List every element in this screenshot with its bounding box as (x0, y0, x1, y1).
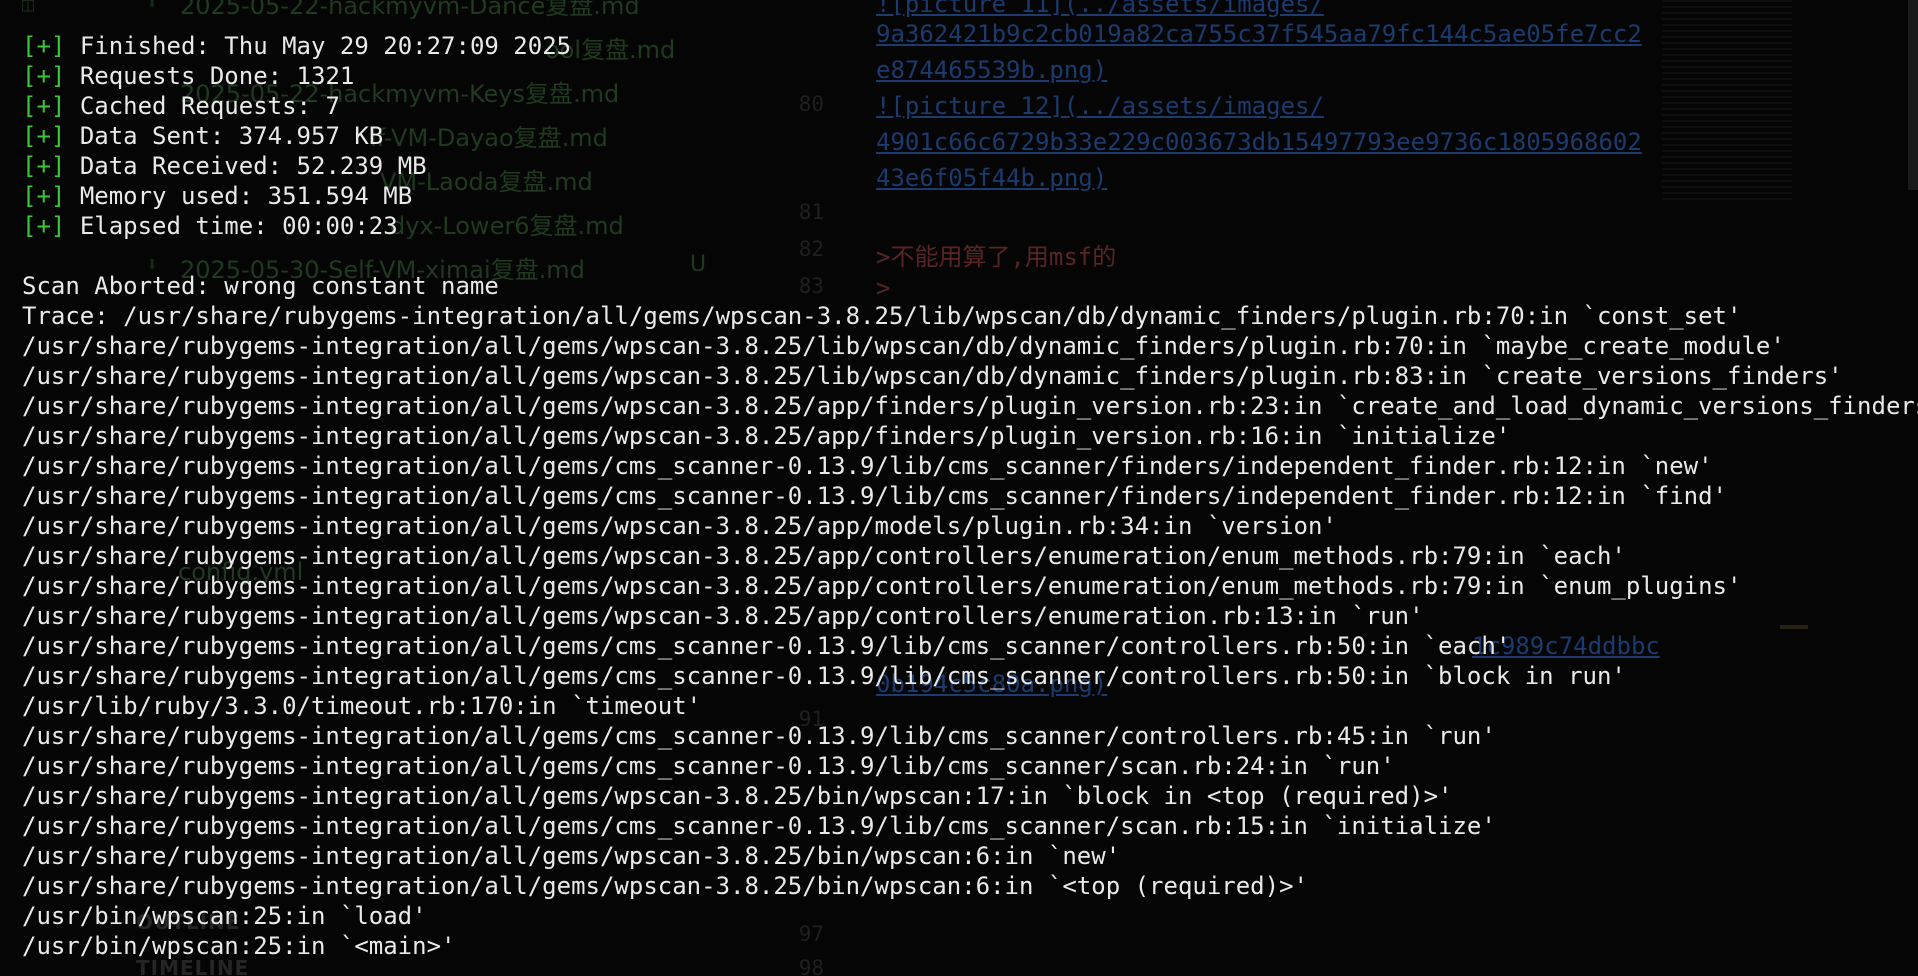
status-marker: [+] (22, 92, 66, 120)
trace-line: /usr/share/rubygems-integration/all/gems… (22, 452, 1713, 480)
status-line-requests-done: [+] Requests Done: 1321 (22, 61, 354, 91)
terminal-output[interactable]: [+] Finished: Thu May 29 20:27:09 2025 [… (0, 0, 1918, 976)
trace-line: /usr/share/rubygems-integration/all/gems… (22, 482, 1728, 510)
trace-line: /usr/share/rubygems-integration/all/gems… (22, 662, 1626, 690)
status-marker: [+] (22, 152, 66, 180)
error-message: Scan Aborted: wrong constant name (22, 272, 499, 300)
status-text: Requests Done: 1321 (79, 62, 355, 90)
status-text: Memory used: 351.594 MB (79, 182, 413, 210)
status-text: Data Received: 52.239 MB (79, 152, 427, 180)
status-marker: [+] (22, 32, 66, 60)
trace-line: /usr/share/rubygems-integration/all/gems… (22, 752, 1395, 780)
status-line-finished: [+] Finished: Thu May 29 20:27:09 2025 (22, 31, 571, 61)
status-text: Data Sent: 374.957 KB (79, 122, 384, 150)
status-line-cached-requests: [+] Cached Requests: 7 (22, 91, 340, 121)
trace-line: /usr/share/rubygems-integration/all/gems… (22, 842, 1121, 870)
status-marker: [+] (22, 62, 66, 90)
status-marker: [+] (22, 122, 66, 150)
status-line-elapsed-time: [+] Elapsed time: 00:00:23 (22, 211, 398, 241)
trace-line: /usr/share/rubygems-integration/all/gems… (22, 782, 1453, 810)
trace-line: /usr/bin/wpscan:25:in `<main>' (22, 932, 456, 960)
trace-line: /usr/share/rubygems-integration/all/gems… (22, 632, 1511, 660)
screen: ◫ ⬇ 2025-05-22-hackmyvm-Dance复盘.md ool复盘… (0, 0, 1918, 976)
trace-line: /usr/share/rubygems-integration/all/gems… (22, 362, 1843, 390)
trace-line: /usr/share/rubygems-integration/all/gems… (22, 512, 1337, 540)
status-text: Cached Requests: 7 (79, 92, 340, 120)
status-text: Elapsed time: 00:00:23 (79, 212, 398, 240)
status-text: Finished: Thu May 29 20:27:09 2025 (79, 32, 572, 60)
trace-line: /usr/share/rubygems-integration/all/gems… (22, 812, 1496, 840)
trace-line: /usr/share/rubygems-integration/all/gems… (22, 332, 1785, 360)
status-marker: [+] (22, 212, 66, 240)
status-line-data-sent: [+] Data Sent: 374.957 KB (22, 121, 383, 151)
status-marker: [+] (22, 182, 66, 210)
trace-line: /usr/share/rubygems-integration/all/gems… (22, 392, 1918, 420)
trace-line: /usr/share/rubygems-integration/all/gems… (22, 872, 1308, 900)
status-line-data-received: [+] Data Received: 52.239 MB (22, 151, 427, 181)
trace-line: /usr/share/rubygems-integration/all/gems… (22, 422, 1511, 450)
trace-line: Trace: /usr/share/rubygems-integration/a… (22, 302, 1742, 330)
trace-line: /usr/share/rubygems-integration/all/gems… (22, 602, 1424, 630)
trace-line: /usr/share/rubygems-integration/all/gems… (22, 542, 1626, 570)
trace-line: /usr/lib/ruby/3.3.0/timeout.rb:170:in `t… (22, 692, 702, 720)
trace-line: /usr/bin/wpscan:25:in `load' (22, 902, 427, 930)
trace-line: /usr/share/rubygems-integration/all/gems… (22, 722, 1496, 750)
status-line-memory-used: [+] Memory used: 351.594 MB (22, 181, 412, 211)
trace-line: /usr/share/rubygems-integration/all/gems… (22, 572, 1742, 600)
